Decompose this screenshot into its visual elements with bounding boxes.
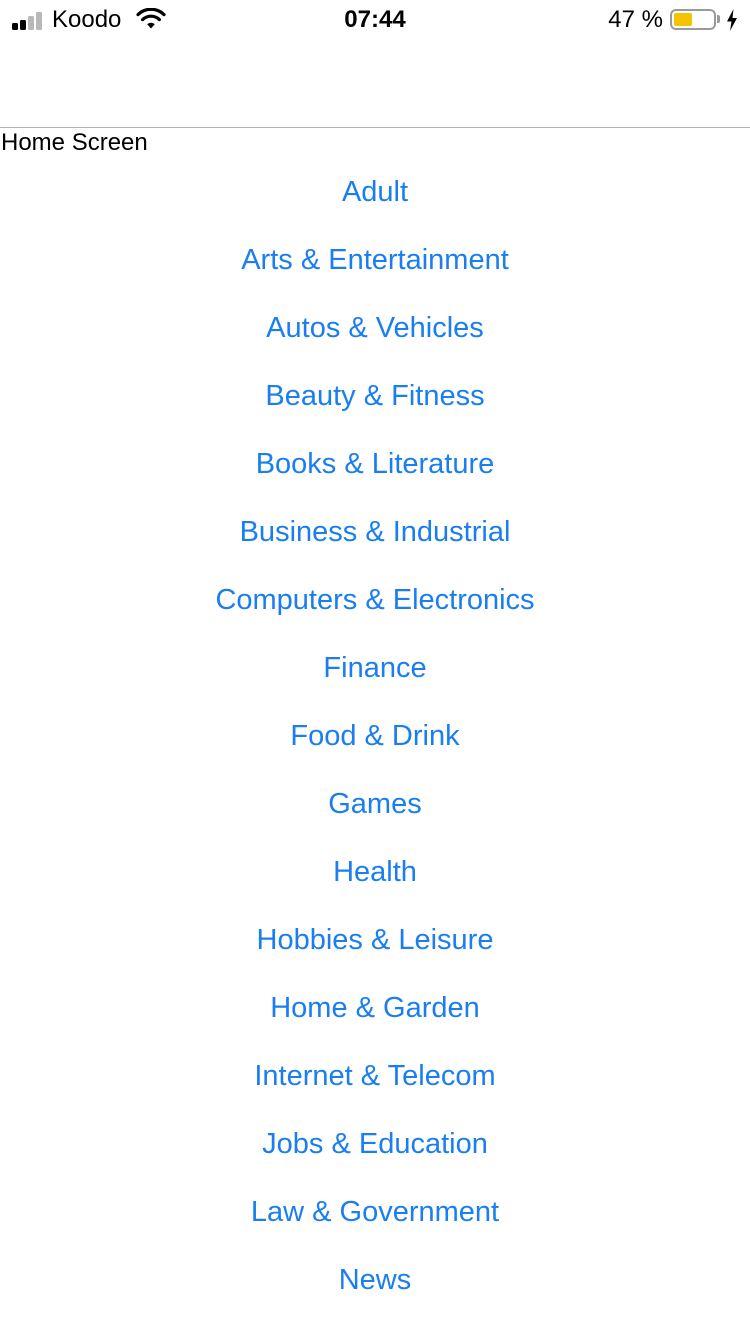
- category-link[interactable]: Adult: [0, 158, 750, 226]
- battery-icon: [670, 9, 716, 30]
- category-link[interactable]: Games: [0, 770, 750, 838]
- category-link[interactable]: Hobbies & Leisure: [0, 906, 750, 974]
- category-link[interactable]: Beauty & Fitness: [0, 362, 750, 430]
- category-link[interactable]: Autos & Vehicles: [0, 294, 750, 362]
- app-screen: Koodo 07:44 47 % Home Screen Adult Arts &…: [0, 0, 750, 1334]
- status-bar: Koodo 07:44 47 %: [0, 0, 750, 40]
- category-link[interactable]: Computers & Electronics: [0, 566, 750, 634]
- category-link[interactable]: Home & Garden: [0, 974, 750, 1042]
- battery-percent: 47 %: [608, 6, 663, 33]
- category-link[interactable]: Business & Industrial: [0, 498, 750, 566]
- category-link[interactable]: Health: [0, 838, 750, 906]
- category-link[interactable]: Jobs & Education: [0, 1110, 750, 1178]
- nav-bar-divider: [0, 127, 750, 128]
- screen-title: Home Screen: [1, 129, 148, 156]
- category-list: Adult Arts & Entertainment Autos & Vehicle…: [0, 158, 750, 1314]
- category-link[interactable]: Arts & Entertainment: [0, 226, 750, 294]
- charging-bolt-icon: [726, 9, 738, 36]
- category-link[interactable]: Finance: [0, 634, 750, 702]
- category-link[interactable]: Food & Drink: [0, 702, 750, 770]
- category-link[interactable]: Books & Literature: [0, 430, 750, 498]
- battery-level-fill: [674, 13, 692, 26]
- category-link[interactable]: News: [0, 1246, 750, 1314]
- battery-tip-icon: [717, 15, 720, 23]
- category-link[interactable]: Internet & Telecom: [0, 1042, 750, 1110]
- category-link[interactable]: Law & Government: [0, 1178, 750, 1246]
